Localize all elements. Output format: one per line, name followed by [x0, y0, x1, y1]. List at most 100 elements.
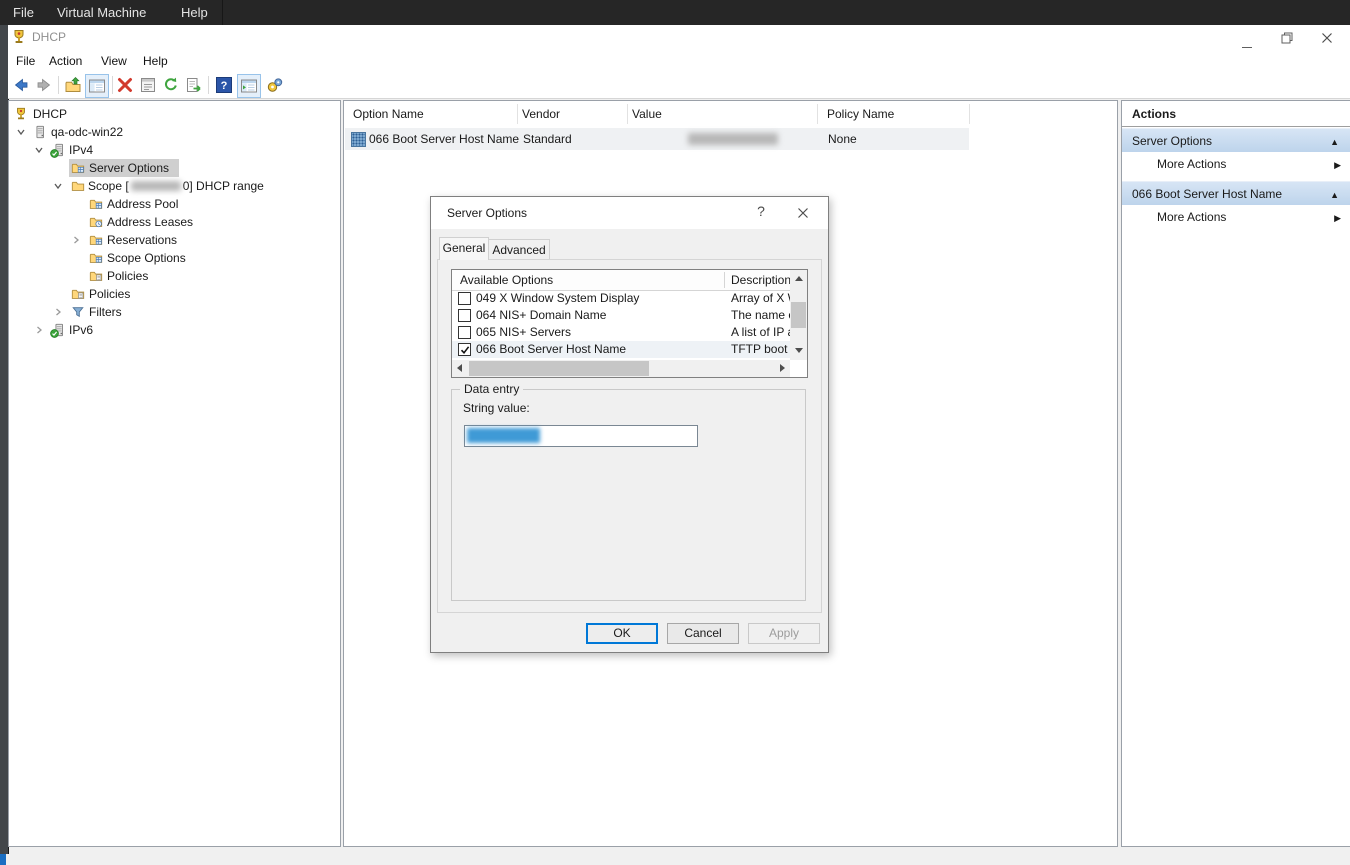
available-options-listbox: Available Options Description 049 X Wind… — [451, 269, 808, 378]
app-title-bar: DHCP — [8, 25, 1350, 50]
tab-advanced[interactable]: Advanced — [488, 239, 550, 261]
folder-options-icon — [71, 161, 85, 175]
checkbox-unchecked[interactable] — [458, 292, 471, 305]
chevron-expanded-icon[interactable] — [53, 181, 63, 191]
tree-item-server-options[interactable]: Server Options — [9, 159, 340, 177]
tree-item-address-pool[interactable]: Address Pool — [9, 195, 340, 213]
tab-general[interactable]: General — [439, 237, 489, 260]
tree-item-reservations[interactable]: Reservations — [9, 231, 340, 249]
checkbox-unchecked[interactable] — [458, 326, 471, 339]
cancel-button[interactable]: Cancel — [667, 623, 739, 644]
tree-item-scope-options[interactable]: Scope Options — [9, 249, 340, 267]
tree-item-scope[interactable]: Scope [ 0] DHCP range — [9, 177, 340, 195]
funnel-icon — [71, 305, 85, 319]
scroll-left-icon[interactable] — [457, 364, 462, 372]
scope-label-suffix: 0] DHCP range — [183, 177, 264, 195]
services-icon[interactable] — [265, 75, 285, 95]
up-one-level-icon[interactable] — [63, 75, 83, 95]
collapse-arrow-icon[interactable]: ▲ — [1330, 130, 1339, 154]
screen: File Virtual Machine Help DHCP File Acti… — [0, 0, 1350, 865]
column-header-value[interactable]: Value — [632, 101, 662, 127]
ok-button[interactable]: OK — [586, 623, 658, 644]
tree-item-label: Filters — [89, 303, 122, 321]
dialog-help-icon[interactable]: ? — [751, 203, 771, 223]
chevron-collapsed-icon[interactable] — [53, 307, 63, 317]
collapse-arrow-icon[interactable]: ▲ — [1330, 183, 1339, 207]
green-check-badge-icon — [50, 329, 59, 338]
vertical-scrollbar[interactable] — [790, 270, 807, 360]
horizontal-scrollbar[interactable] — [452, 360, 790, 377]
vm-menu-virtual-machine[interactable]: Virtual Machine — [57, 0, 146, 25]
column-header-option-name[interactable]: Option Name — [353, 101, 424, 127]
scroll-right-icon[interactable] — [780, 364, 785, 372]
tree-item-policies[interactable]: Policies — [9, 285, 340, 303]
tree-item-label: Server Options — [89, 159, 169, 177]
option-description: A list of IP a — [731, 324, 790, 341]
tree-item-label: Address Leases — [107, 213, 193, 231]
menu-view[interactable]: View — [101, 50, 127, 72]
tree-item-server[interactable]: qa-odc-win22 — [9, 123, 340, 141]
tree-item-dhcp[interactable]: DHCP — [9, 105, 340, 123]
help-icon[interactable] — [214, 75, 234, 95]
actions-section-server-options[interactable]: Server Options ▲ — [1122, 128, 1350, 153]
vm-menu-help[interactable]: Help — [181, 0, 208, 25]
column-header-vendor[interactable]: Vendor — [522, 101, 560, 127]
vertical-scroll-thumb[interactable] — [791, 302, 806, 328]
dialog-title-bar: Server Options ? — [431, 197, 828, 229]
taskbar-sliver — [0, 854, 6, 865]
actions-section-066-boot-server-host-name[interactable]: 066 Boot Server Host Name ▲ — [1122, 181, 1350, 206]
tree-item-ipv6[interactable]: IPv6 — [9, 321, 340, 339]
folder-doc-icon — [71, 287, 85, 301]
horizontal-scroll-thumb[interactable] — [469, 361, 649, 376]
folder-reservations-icon — [89, 233, 103, 247]
option-row-066[interactable]: 066 Boot Server Host Name TFTP boot s — [452, 341, 790, 358]
menu-file[interactable]: File — [16, 50, 35, 72]
data-entry-group: Data entry — [451, 389, 806, 601]
actions-more-actions-1[interactable]: More Actions ▶ — [1122, 152, 1350, 177]
chevron-expanded-icon[interactable] — [34, 145, 44, 155]
delete-icon[interactable] — [115, 75, 135, 95]
option-description: TFTP boot s — [731, 341, 790, 358]
properties-icon[interactable] — [138, 75, 158, 95]
dhcp-app-icon — [11, 29, 27, 45]
option-row-049[interactable]: 049 X Window System Display Array of X W — [452, 290, 790, 307]
tree-item-filters[interactable]: Filters — [9, 303, 340, 321]
console-tree-pane: DHCP qa-odc-win22 IPv4 Server Options Sc… — [8, 100, 341, 847]
vm-menu-file[interactable]: File — [13, 0, 34, 25]
forward-icon[interactable] — [34, 75, 54, 95]
console-window-icon[interactable] — [237, 74, 261, 98]
tree-item-scope-policies[interactable]: Policies — [9, 267, 340, 285]
chevron-expanded-icon[interactable] — [16, 127, 26, 137]
server-icon — [33, 125, 47, 139]
dialog-close-icon[interactable] — [797, 207, 809, 219]
chevron-collapsed-icon[interactable] — [71, 235, 81, 245]
scroll-down-icon[interactable] — [795, 348, 803, 353]
folder-address-pool-icon — [89, 197, 103, 211]
cell-option-name: 066 Boot Server Host Name — [369, 128, 519, 150]
menu-help[interactable]: Help — [143, 50, 168, 72]
option-label: 064 NIS+ Domain Name — [476, 307, 606, 324]
tree-item-label: Reservations — [107, 231, 177, 249]
chevron-collapsed-icon[interactable] — [34, 325, 44, 335]
listbox-column-available-options[interactable]: Available Options — [460, 270, 553, 290]
menu-action[interactable]: Action — [49, 50, 82, 72]
vm-menu-bar: File Virtual Machine Help — [0, 0, 1350, 25]
tree-item-address-leases[interactable]: Address Leases — [9, 213, 340, 231]
checkbox-checked[interactable] — [458, 343, 471, 356]
export-list-icon[interactable] — [184, 75, 204, 95]
tree-item-label: Policies — [89, 285, 130, 303]
option-row-064[interactable]: 064 NIS+ Domain Name The name o — [452, 307, 790, 324]
checkbox-unchecked[interactable] — [458, 309, 471, 322]
column-header-policy-name[interactable]: Policy Name — [827, 101, 894, 127]
string-value-input[interactable] — [464, 425, 698, 447]
actions-more-actions-2[interactable]: More Actions ▶ — [1122, 205, 1350, 230]
show-console-tree-icon[interactable] — [85, 74, 109, 98]
scroll-up-icon[interactable] — [795, 276, 803, 281]
option-row-065[interactable]: 065 NIS+ Servers A list of IP a — [452, 324, 790, 341]
refresh-icon[interactable] — [161, 75, 181, 95]
tree-item-ipv4[interactable]: IPv4 — [9, 141, 340, 159]
listbox-column-description[interactable]: Description — [731, 270, 791, 290]
list-row-066-boot-server-host-name[interactable]: 066 Boot Server Host Name Standard None — [345, 128, 969, 150]
folder-clock-icon — [89, 215, 103, 229]
back-icon[interactable] — [11, 75, 31, 95]
